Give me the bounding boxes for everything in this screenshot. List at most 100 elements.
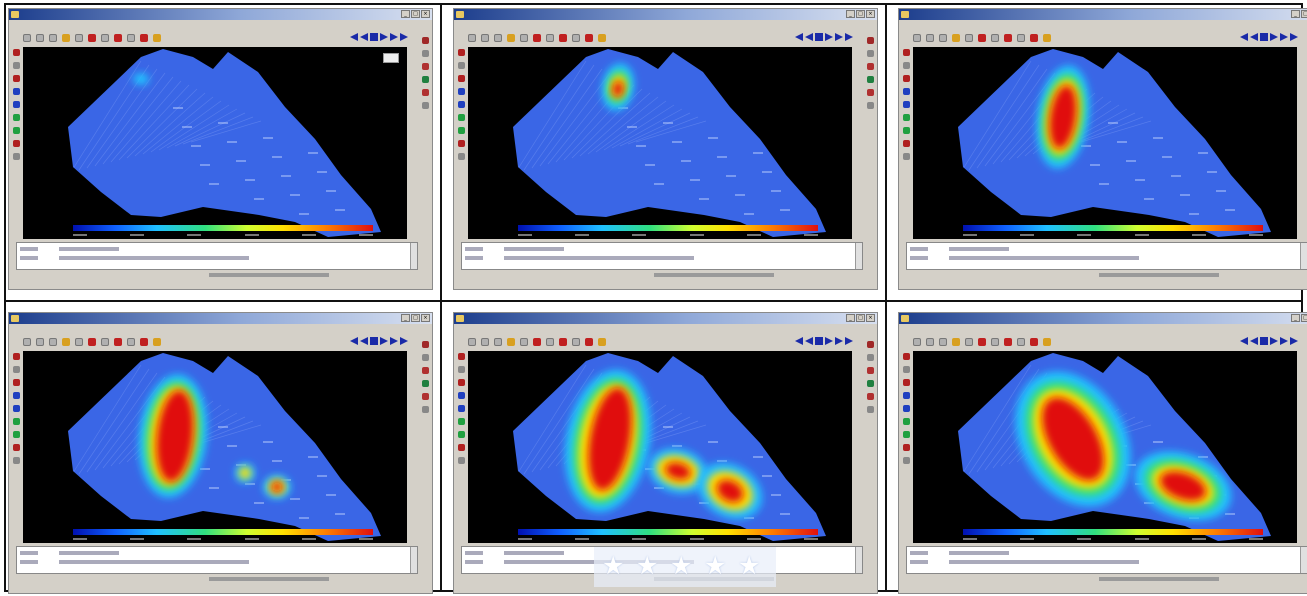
maximize-icon[interactable]: □: [1301, 314, 1307, 322]
refresh-icon[interactable]: [572, 338, 580, 346]
close-icon[interactable]: ×: [421, 10, 430, 18]
maximize-icon[interactable]: □: [411, 10, 420, 18]
minimize-icon[interactable]: _: [1291, 314, 1300, 322]
open-icon[interactable]: [913, 338, 921, 346]
step-back-icon[interactable]: [805, 33, 813, 41]
zoom-in-icon[interactable]: [520, 34, 528, 42]
layers-panel-icon[interactable]: [421, 341, 429, 348]
select-tool-icon[interactable]: [12, 392, 20, 399]
color-scale-icon[interactable]: [421, 63, 429, 70]
delete-icon[interactable]: [1004, 34, 1012, 42]
rewind-icon[interactable]: [350, 33, 358, 41]
grid-icon[interactable]: [546, 34, 554, 42]
step-back-icon[interactable]: [360, 33, 368, 41]
console-scrollbar[interactable]: [1300, 547, 1307, 573]
pan-tool-icon[interactable]: [12, 62, 20, 69]
map-icon[interactable]: [62, 338, 70, 346]
refresh-icon[interactable]: [127, 34, 135, 42]
surface-icon[interactable]: [866, 76, 874, 83]
pan-tool-icon[interactable]: [902, 62, 910, 69]
minimize-icon[interactable]: _: [846, 314, 855, 322]
surface-icon[interactable]: [866, 380, 874, 387]
save-icon[interactable]: [481, 338, 489, 346]
color-icon[interactable]: [140, 34, 148, 42]
map-icon[interactable]: [507, 338, 515, 346]
map-view[interactable]: [23, 47, 407, 239]
save-icon[interactable]: [36, 338, 44, 346]
fast-forward-icon[interactable]: [845, 337, 853, 345]
info-tool-icon[interactable]: [902, 457, 910, 464]
maximize-icon[interactable]: □: [1301, 10, 1307, 18]
pointer-tool-icon[interactable]: [457, 353, 465, 360]
property-icon[interactable]: [421, 393, 429, 400]
title-bar[interactable]: _ □ ×: [454, 9, 877, 20]
info-tool-icon[interactable]: [12, 153, 20, 160]
layers-panel-icon[interactable]: [421, 37, 429, 44]
map-icon[interactable]: [952, 34, 960, 42]
print-icon[interactable]: [49, 34, 57, 42]
layer-icon[interactable]: [533, 34, 541, 42]
stop-icon[interactable]: [1260, 33, 1268, 41]
zoom-tool-icon[interactable]: [12, 379, 20, 386]
measure-tool-icon[interactable]: [457, 101, 465, 108]
property-icon[interactable]: [421, 89, 429, 96]
save-icon[interactable]: [36, 34, 44, 42]
refresh-icon[interactable]: [127, 338, 135, 346]
marker-tool-icon[interactable]: [12, 444, 20, 451]
grid-icon[interactable]: [546, 338, 554, 346]
grid-icon[interactable]: [991, 34, 999, 42]
rewind-icon[interactable]: [1240, 33, 1248, 41]
zoom-tool-icon[interactable]: [902, 75, 910, 82]
grid-icon[interactable]: [101, 338, 109, 346]
zoom-tool-icon[interactable]: [457, 75, 465, 82]
select-tool-icon[interactable]: [457, 392, 465, 399]
marker-tool-icon[interactable]: [457, 140, 465, 147]
color-icon[interactable]: [1030, 338, 1038, 346]
minimize-icon[interactable]: _: [846, 10, 855, 18]
fast-forward-icon[interactable]: [400, 337, 408, 345]
surface-icon[interactable]: [421, 76, 429, 83]
minimize-icon[interactable]: _: [1291, 10, 1300, 18]
console-scrollbar[interactable]: [410, 243, 417, 269]
stop-icon[interactable]: [1260, 337, 1268, 345]
stop-icon[interactable]: [815, 337, 823, 345]
title-bar[interactable]: _ □ ×: [899, 9, 1307, 20]
fast-forward-icon[interactable]: [845, 33, 853, 41]
measure-tool-icon[interactable]: [457, 405, 465, 412]
maximize-icon[interactable]: □: [411, 314, 420, 322]
grid-icon[interactable]: [991, 338, 999, 346]
zoom-in-icon[interactable]: [965, 34, 973, 42]
export-icon[interactable]: [421, 406, 429, 413]
fast-forward-icon[interactable]: [1290, 337, 1298, 345]
map-icon[interactable]: [62, 34, 70, 42]
open-icon[interactable]: [913, 34, 921, 42]
close-icon[interactable]: ×: [421, 314, 430, 322]
play-icon[interactable]: [1270, 33, 1278, 41]
console-scrollbar[interactable]: [855, 547, 862, 573]
legend-icon[interactable]: [421, 354, 429, 361]
marker-tool-icon[interactable]: [12, 140, 20, 147]
grid-icon[interactable]: [101, 34, 109, 42]
export-icon[interactable]: [866, 102, 874, 109]
color-scale-icon[interactable]: [866, 63, 874, 70]
layer-icon[interactable]: [533, 338, 541, 346]
print-icon[interactable]: [494, 338, 502, 346]
delete-icon[interactable]: [559, 338, 567, 346]
print-icon[interactable]: [494, 34, 502, 42]
map-view[interactable]: [913, 47, 1297, 239]
step-back-icon[interactable]: [1250, 337, 1258, 345]
refresh-icon[interactable]: [572, 34, 580, 42]
draw-tool-icon[interactable]: [457, 418, 465, 425]
fast-forward-icon[interactable]: [1290, 33, 1298, 41]
zoom-tool-icon[interactable]: [457, 379, 465, 386]
legend-icon[interactable]: [866, 50, 874, 57]
open-icon[interactable]: [468, 34, 476, 42]
step-forward-icon[interactable]: [1280, 33, 1288, 41]
rewind-icon[interactable]: [795, 33, 803, 41]
surface-icon[interactable]: [421, 380, 429, 387]
step-forward-icon[interactable]: [835, 337, 843, 345]
select-tool-icon[interactable]: [902, 392, 910, 399]
stop-icon[interactable]: [370, 337, 378, 345]
step-forward-icon[interactable]: [390, 33, 398, 41]
step-back-icon[interactable]: [360, 337, 368, 345]
